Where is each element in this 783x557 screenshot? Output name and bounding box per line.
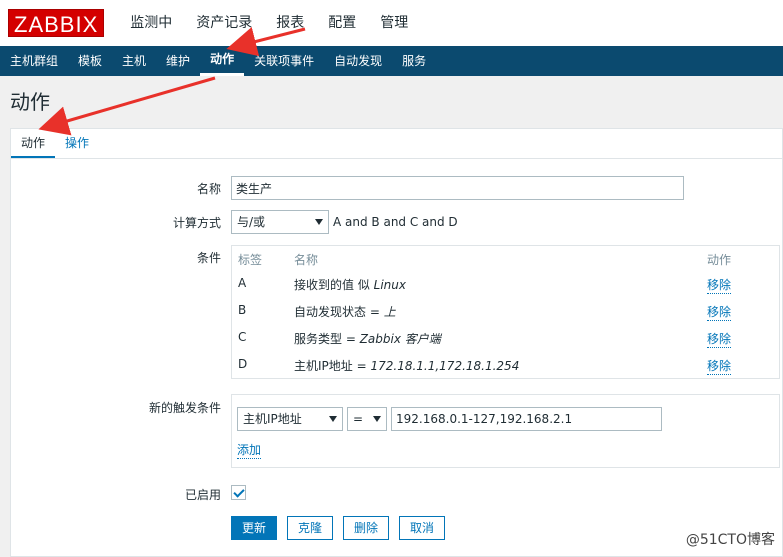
new-condition-label: 新的触发条件 [148, 401, 221, 415]
add-condition-link[interactable]: 添加 [237, 441, 262, 459]
update-button[interactable]: 更新 [231, 516, 278, 540]
top-nav-configuration[interactable]: 配置 [316, 0, 368, 46]
watermark: @51CTO博客 [685, 532, 775, 548]
top-nav-reports[interactable]: 报表 [264, 0, 316, 46]
condition-name: 主机IP地址 = 172.18.1.1,172.18.1.254 [294, 359, 520, 373]
sub-nav-maintenance[interactable]: 维护 [156, 46, 200, 76]
new-condition-box: 主机IP地址 = 添加 [231, 394, 780, 468]
sub-nav-host-groups[interactable]: 主机群组 [0, 46, 68, 76]
condition-label: D [238, 357, 248, 371]
calculation-select-value: 与/或 [237, 215, 266, 229]
cancel-button[interactable]: 取消 [399, 516, 446, 540]
delete-button[interactable]: 删除 [343, 516, 390, 540]
page-title: 动作 [10, 90, 50, 114]
tab-action[interactable]: 动作 [11, 129, 56, 158]
sub-nav-discovery[interactable]: 自动发现 [324, 46, 392, 76]
sub-nav-hosts[interactable]: 主机 [112, 46, 156, 76]
condition-value-input[interactable] [391, 407, 662, 431]
header-label: 标签 [238, 253, 263, 267]
sub-nav: 主机群组 模板 主机 维护 动作 关联项事件 自动发现 服务 [0, 46, 783, 76]
remove-condition-link[interactable]: 移除 [707, 303, 732, 321]
header-action: 动作 [707, 253, 732, 267]
header-name: 名称 [294, 253, 319, 267]
condition-row-a: A 接收到的值 似 Linux 移除 [232, 270, 779, 297]
tab-operations[interactable]: 操作 [55, 129, 99, 158]
condition-name: 服务类型 = Zabbix 客户端 [294, 332, 441, 346]
enabled-label: 已启用 [184, 488, 221, 502]
sub-nav-services[interactable]: 服务 [392, 46, 436, 76]
condition-name: 自动发现状态 = 上 [294, 305, 396, 319]
calculation-select[interactable]: 与/或 [231, 210, 329, 234]
action-form-panel: 动作 操作 名称 计算方式 与/或 A and B and C and D 条件… [10, 128, 783, 557]
top-nav-monitoring[interactable]: 监测中 [118, 0, 184, 46]
condition-operator-value: = [353, 412, 364, 426]
top-nav: 监测中 资产记录 报表 配置 管理 [118, 0, 420, 46]
remove-condition-link[interactable]: 移除 [707, 357, 732, 375]
chevron-down-icon [329, 416, 337, 422]
condition-name: 接收到的值 似 Linux [294, 278, 406, 292]
condition-label: C [238, 330, 247, 344]
condition-operator-select[interactable]: = [347, 407, 387, 431]
condition-row-b: B 自动发现状态 = 上 移除 [232, 297, 779, 324]
enabled-checkbox[interactable] [231, 485, 246, 500]
conditions-label: 条件 [196, 251, 221, 265]
top-nav-inventory[interactable]: 资产记录 [184, 0, 264, 46]
name-label: 名称 [196, 182, 221, 196]
condition-row-d: D 主机IP地址 = 172.18.1.1,172.18.1.254 移除 [232, 351, 779, 378]
sub-nav-actions[interactable]: 动作 [200, 46, 245, 76]
chevron-down-icon [315, 219, 323, 225]
top-bar: ZABBIX 监测中 资产记录 报表 配置 管理 [0, 0, 783, 46]
chevron-down-icon [373, 416, 381, 422]
condition-label: A [238, 276, 247, 290]
form-tabs: 动作 操作 [11, 129, 782, 159]
condition-type-select[interactable]: 主机IP地址 [237, 407, 343, 431]
clone-button[interactable]: 克隆 [287, 516, 334, 540]
sub-nav-correlation[interactable]: 关联项事件 [244, 46, 324, 76]
form-buttons: 更新 克隆 删除 取消 [231, 516, 455, 540]
enabled-row: 已启用 [11, 485, 783, 502]
calculation-field: 与/或 A and B and C and D [231, 210, 458, 234]
remove-condition-link[interactable]: 移除 [707, 330, 732, 348]
condition-row-c: C 服务类型 = Zabbix 客户端 移除 [232, 324, 779, 351]
sub-nav-templates[interactable]: 模板 [68, 46, 112, 76]
calculation-label: 计算方式 [172, 216, 221, 230]
remove-condition-link[interactable]: 移除 [707, 276, 732, 294]
zabbix-logo[interactable]: ZABBIX [8, 9, 105, 37]
arrow-to-action-tab [38, 76, 216, 136]
conditions-header: 标签 名称 动作 [232, 246, 779, 270]
conditions-table: 标签 名称 动作 A 接收到的值 似 Linux 移除 B 自动发现状态 = 上… [231, 245, 780, 379]
condition-type-value: 主机IP地址 [243, 412, 302, 426]
calculation-formula: A and B and C and D [333, 215, 458, 229]
name-input[interactable] [231, 176, 684, 200]
new-condition-fields: 主机IP地址 = [237, 407, 662, 431]
top-nav-administration[interactable]: 管理 [368, 0, 420, 46]
condition-label: B [238, 303, 247, 317]
